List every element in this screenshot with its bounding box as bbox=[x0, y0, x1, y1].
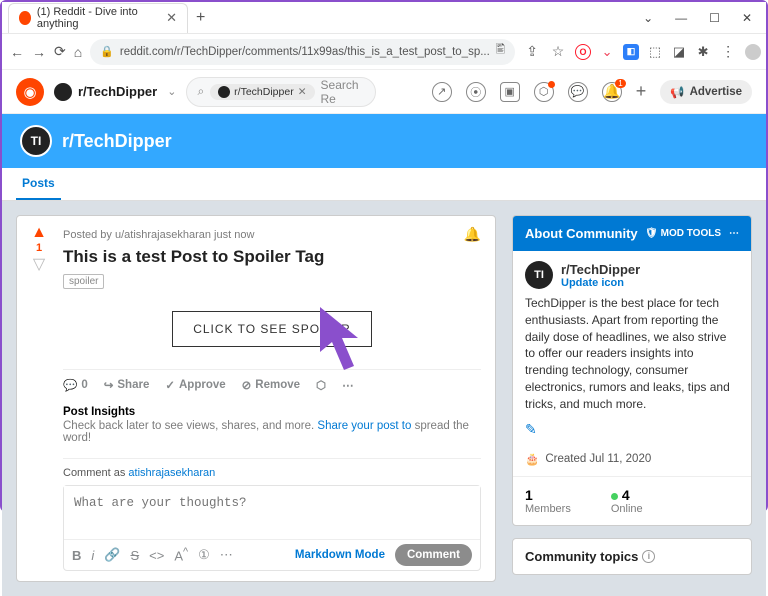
pocket-ext-icon[interactable]: ⌄ bbox=[599, 44, 615, 60]
community-topics-heading[interactable]: Community topics i bbox=[513, 539, 751, 574]
address-bar[interactable]: 🔒 reddit.com/r/TechDipper/comments/11x99… bbox=[90, 39, 515, 65]
members-count: 1 bbox=[525, 487, 571, 503]
divider bbox=[63, 458, 481, 459]
advertise-button[interactable]: 📢 Advertise bbox=[660, 80, 752, 104]
community-banner: TI r/TechDipper bbox=[2, 114, 766, 168]
post-card: ▲ 1 ▽ Posted by u/atishrajasekharan just… bbox=[16, 215, 496, 582]
search-scope-pill[interactable]: r/TechDipper ✕ bbox=[210, 84, 314, 100]
markdown-toggle[interactable]: Markdown Mode bbox=[295, 549, 385, 561]
post-insights-text: Check back later to see views, shares, a… bbox=[63, 420, 481, 444]
code-icon[interactable]: <> bbox=[149, 548, 164, 563]
search-icon: ⌕ bbox=[197, 84, 204, 99]
shield-icon[interactable]: ⬡ bbox=[534, 82, 554, 102]
reddit-favicon bbox=[19, 11, 31, 25]
spoiler-tag[interactable]: spoiler bbox=[63, 274, 104, 289]
community-description: TechDipper is the best place for tech en… bbox=[525, 295, 739, 413]
comment-user-link[interactable]: atishrajasekharan bbox=[128, 467, 215, 479]
close-tab-icon[interactable]: ✕ bbox=[166, 10, 177, 26]
translate-icon[interactable]: 🖺 bbox=[496, 42, 505, 61]
community-icon bbox=[218, 86, 230, 98]
browser-tab[interactable]: (1) Reddit - Dive into anything ✕ bbox=[8, 3, 188, 33]
spoiler-button[interactable]: CLICK TO SEE SPOILER bbox=[172, 311, 372, 347]
update-icon-link[interactable]: Update icon bbox=[561, 277, 640, 289]
create-post-icon[interactable]: + bbox=[636, 81, 647, 102]
search-placeholder: Search Re bbox=[321, 78, 366, 106]
online-count: 4 bbox=[611, 487, 643, 503]
comment-input[interactable] bbox=[64, 486, 480, 536]
community-icon: TI bbox=[525, 261, 553, 289]
community-banner-name: r/TechDipper bbox=[62, 131, 172, 152]
community-banner-icon: TI bbox=[20, 125, 52, 157]
opera-ext-icon[interactable]: O bbox=[575, 44, 591, 60]
chevron-down-icon[interactable]: ⌄ bbox=[167, 85, 176, 98]
notifications-icon[interactable]: 🔔1 bbox=[602, 82, 622, 102]
ext-icon[interactable]: ◧ bbox=[623, 44, 639, 60]
upvote-icon[interactable]: ▲ bbox=[27, 224, 51, 242]
bold-icon[interactable]: B bbox=[72, 548, 81, 563]
share-button[interactable]: ↪ Share bbox=[104, 378, 150, 392]
mod-tools-button[interactable]: 🛡 MOD TOOLS bbox=[645, 228, 721, 239]
post-byline: Posted by u/atishrajasekharan just now bbox=[63, 229, 254, 241]
remove-button[interactable]: ⊘ Remove bbox=[242, 378, 300, 392]
community-name[interactable]: r/TechDipper bbox=[561, 262, 640, 277]
comment-button[interactable]: Comment bbox=[395, 544, 472, 566]
spoiler-format-icon[interactable]: ① bbox=[198, 547, 210, 563]
vote-count: 1 bbox=[27, 242, 51, 254]
popular-icon[interactable]: ↗ bbox=[432, 82, 452, 102]
coins-icon[interactable]: ⦿ bbox=[466, 82, 486, 102]
share-post-link[interactable]: Share your post to bbox=[317, 420, 411, 432]
community-selector[interactable]: r/TechDipper bbox=[54, 83, 157, 101]
downvote-icon[interactable]: ▽ bbox=[27, 254, 51, 274]
ext-icon-2[interactable]: ⬚ bbox=[647, 44, 663, 60]
author-link[interactable]: u/atishrajasekharan bbox=[115, 229, 211, 241]
about-community-card: About Community 🛡 MOD TOOLS ⋯ TI r/TechD… bbox=[512, 215, 752, 526]
superscript-icon[interactable]: A^ bbox=[174, 546, 188, 563]
ext-icon-3[interactable]: ◪ bbox=[671, 44, 687, 60]
online-label: Online bbox=[611, 503, 643, 515]
created-date: 🎂 Created Jul 11, 2020 bbox=[525, 452, 739, 466]
strike-icon[interactable]: S bbox=[130, 548, 139, 563]
clear-scope-icon[interactable]: ✕ bbox=[298, 86, 307, 98]
post-insights-heading: Post Insights bbox=[63, 406, 481, 418]
url-text: reddit.com/r/TechDipper/comments/11x99as… bbox=[120, 46, 490, 58]
chevron-down-icon[interactable]: ⌄ bbox=[643, 11, 653, 25]
home-icon[interactable]: ⌂ bbox=[74, 44, 82, 60]
share-icon[interactable]: ⇪ bbox=[523, 43, 541, 60]
shield-icon[interactable]: ⬡ bbox=[316, 378, 326, 392]
about-heading: About Community bbox=[525, 226, 638, 241]
kebab-icon[interactable]: ⋮ bbox=[719, 43, 737, 60]
members-label: Members bbox=[525, 503, 571, 515]
minimize-icon[interactable]: — bbox=[675, 11, 687, 25]
community-icon bbox=[54, 83, 72, 101]
maximize-icon[interactable]: ☐ bbox=[709, 11, 720, 25]
community-name: r/TechDipper bbox=[78, 84, 157, 99]
tab-title: (1) Reddit - Dive into anything bbox=[37, 6, 160, 30]
lock-icon: 🔒 bbox=[100, 45, 114, 58]
new-tab-button[interactable]: + bbox=[196, 9, 205, 27]
back-icon[interactable]: ← bbox=[10, 44, 24, 60]
italic-icon[interactable]: i bbox=[91, 548, 94, 563]
post-title: This is a test Post to Spoiler Tag bbox=[63, 247, 481, 267]
profile-avatar[interactable] bbox=[745, 44, 761, 60]
approve-button[interactable]: ✓ Approve bbox=[165, 378, 225, 392]
notify-icon[interactable]: 🔔 bbox=[464, 226, 481, 243]
reddit-logo[interactable]: ◉ bbox=[16, 78, 44, 106]
star-icon[interactable]: ☆ bbox=[549, 43, 567, 60]
extensions-icon[interactable]: ✱ bbox=[695, 44, 711, 60]
comment-as-label: Comment as atishrajasekharan bbox=[63, 467, 481, 479]
edit-icon[interactable]: ✎ bbox=[525, 421, 537, 438]
tab-posts[interactable]: Posts bbox=[16, 168, 61, 200]
reload-icon[interactable]: ⟳ bbox=[54, 43, 66, 60]
link-icon[interactable]: 🔗 bbox=[104, 547, 120, 563]
search-input[interactable]: ⌕ r/TechDipper ✕ Search Re bbox=[186, 77, 376, 107]
close-window-icon[interactable]: ✕ bbox=[742, 11, 752, 25]
forward-icon[interactable]: → bbox=[32, 44, 46, 60]
talk-icon[interactable]: ▣ bbox=[500, 82, 520, 102]
more-format-icon[interactable]: ⋯ bbox=[220, 547, 233, 563]
more-icon[interactable]: ⋯ bbox=[342, 378, 354, 392]
more-icon[interactable]: ⋯ bbox=[729, 228, 739, 239]
chat-icon[interactable]: 💬 bbox=[568, 82, 588, 102]
comments-button[interactable]: 💬 0 bbox=[63, 378, 88, 392]
info-icon[interactable]: i bbox=[642, 550, 655, 563]
